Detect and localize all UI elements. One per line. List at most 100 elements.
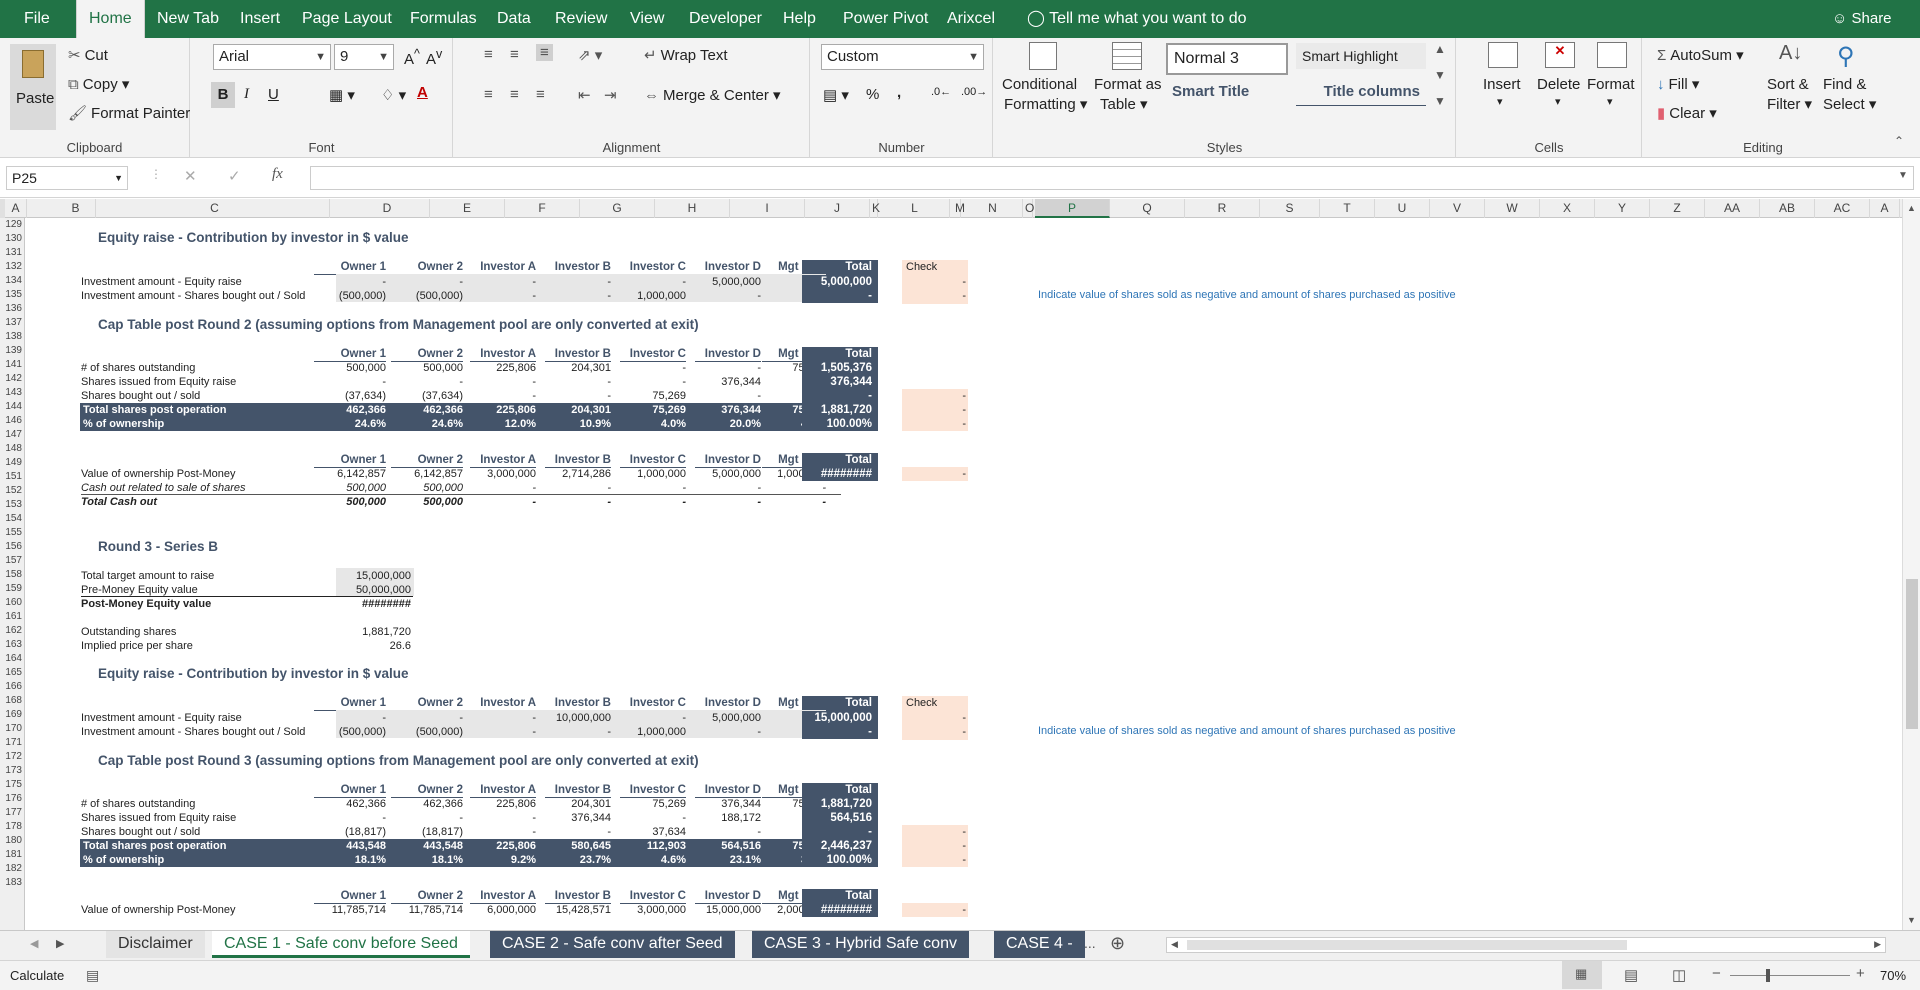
column-header[interactable]: AB — [1760, 199, 1815, 218]
row-header[interactable]: 183 — [0, 876, 24, 890]
row-header[interactable]: 159 — [0, 582, 24, 596]
row-header[interactable]: 131 — [0, 246, 24, 260]
tab-formulas[interactable]: Formulas — [398, 0, 489, 38]
sort-filter-button[interactable]: A↓ Sort & Filter ▾ — [1763, 42, 1817, 134]
align-top-icon[interactable]: ≡ — [484, 46, 493, 63]
align-center-icon[interactable]: ≡ — [510, 86, 519, 103]
italic-button[interactable]: I — [244, 86, 249, 103]
row-header[interactable]: 165 — [0, 666, 24, 680]
column-header[interactable]: N — [963, 199, 1023, 218]
currency-button[interactable]: ▤ ▾ — [823, 86, 849, 104]
tab-new-tab[interactable]: New Tab — [145, 0, 231, 38]
row-header[interactable]: 166 — [0, 680, 24, 694]
horizontal-scrollbar[interactable]: ◀ ▶ — [1166, 937, 1886, 953]
column-header[interactable]: K — [872, 199, 880, 218]
row-header[interactable]: 143 — [0, 386, 24, 400]
column-header[interactable]: A — [5, 199, 27, 218]
style-smart-highlight[interactable]: Smart Highlight — [1296, 43, 1426, 69]
row-header[interactable]: 137 — [0, 316, 24, 330]
align-right-icon[interactable]: ≡ — [536, 86, 545, 103]
row-header[interactable]: 152 — [0, 484, 24, 498]
normal-view-button[interactable]: ▦ — [1562, 961, 1602, 989]
row-header[interactable]: 175 — [0, 778, 24, 792]
styles-scroll-up-icon[interactable]: ▲ — [1434, 42, 1446, 56]
sheet-tab-case-4[interactable]: CASE 4 - — [994, 931, 1085, 958]
page-break-view-icon[interactable]: ◫ — [1672, 966, 1686, 984]
percent-button[interactable]: % — [866, 86, 879, 103]
row-header[interactable]: 157 — [0, 554, 24, 568]
more-sheets-button[interactable]: ... — [1084, 935, 1096, 951]
tab-review[interactable]: Review — [543, 0, 619, 38]
row-header[interactable]: 173 — [0, 764, 24, 778]
borders-button[interactable]: ▦ ▾ — [329, 86, 355, 104]
row-header[interactable]: 151 — [0, 470, 24, 484]
row-header[interactable]: 139 — [0, 344, 24, 358]
comma-button[interactable]: , — [897, 84, 901, 101]
column-header[interactable]: I — [730, 199, 805, 218]
column-header[interactable]: U — [1375, 199, 1430, 218]
delete-cells-button[interactable]: ✕ Delete ▾ — [1535, 42, 1585, 134]
format-cells-button[interactable]: Format ▾ — [1587, 42, 1637, 134]
enter-icon[interactable]: ✓ — [228, 167, 241, 185]
row-header[interactable]: 148 — [0, 442, 24, 456]
styles-more-icon[interactable]: ▼ — [1434, 94, 1446, 108]
row-header[interactable]: 156 — [0, 540, 24, 554]
sheet-tab-disclaimer[interactable]: Disclaimer — [106, 931, 205, 958]
row-header[interactable]: 129 — [0, 218, 24, 232]
page-layout-view-icon[interactable]: ▤ — [1624, 966, 1638, 984]
row-header[interactable]: 138 — [0, 330, 24, 344]
row-header[interactable]: 142 — [0, 372, 24, 386]
column-header[interactable]: E — [430, 199, 505, 218]
hscroll-thumb[interactable] — [1187, 940, 1627, 950]
row-header[interactable]: 172 — [0, 750, 24, 764]
collapse-ribbon-icon[interactable]: ⌃ — [1894, 134, 1904, 148]
column-header[interactable]: A — [1870, 199, 1900, 218]
row-header[interactable]: 170 — [0, 722, 24, 736]
row-header[interactable]: 134 — [0, 274, 24, 288]
paste-button[interactable]: Paste — [10, 44, 56, 130]
orientation-icon[interactable]: ⇗ ▾ — [578, 46, 602, 64]
cut-button[interactable]: ✂ Cut — [68, 46, 108, 64]
column-header[interactable]: AC — [1815, 199, 1870, 218]
increase-decimal-icon[interactable]: .0← — [931, 86, 951, 98]
row-header[interactable]: 147 — [0, 428, 24, 442]
font-name-select[interactable]: Arial ▼ — [213, 44, 331, 70]
row-header[interactable]: 161 — [0, 610, 24, 624]
align-left-icon[interactable]: ≡ — [484, 86, 493, 103]
column-header[interactable]: Y — [1595, 199, 1650, 218]
row-header[interactable]: 135 — [0, 288, 24, 302]
column-header[interactable]: H — [655, 199, 730, 218]
scroll-thumb[interactable] — [1906, 579, 1918, 729]
style-normal-3[interactable]: Normal 3 — [1166, 43, 1288, 75]
zoom-level[interactable]: 70% — [1880, 968, 1906, 983]
row-header[interactable]: 146 — [0, 414, 24, 428]
zoom-out-icon[interactable]: − — [1712, 965, 1721, 982]
next-sheet-icon[interactable]: ▶ — [56, 937, 64, 950]
align-middle-icon[interactable]: ≡ — [510, 46, 519, 63]
column-header[interactable]: P — [1035, 199, 1110, 218]
column-header[interactable]: W — [1485, 199, 1540, 218]
column-header[interactable]: V — [1430, 199, 1485, 218]
row-header[interactable]: 136 — [0, 302, 24, 316]
font-color-button[interactable]: A — [417, 84, 428, 101]
column-header[interactable]: D — [345, 199, 430, 218]
decrease-indent-icon[interactable]: ⇤ — [578, 86, 591, 104]
column-header[interactable]: O — [1025, 199, 1034, 218]
column-header[interactable]: M — [955, 199, 965, 218]
row-header[interactable]: 144 — [0, 400, 24, 414]
decrease-decimal-icon[interactable]: .00→ — [961, 86, 987, 98]
copy-button[interactable]: ⧉ Copy ▾ — [68, 75, 129, 93]
vertical-scrollbar[interactable]: ▲ ▼ — [1902, 199, 1920, 930]
tab-arixcel[interactable]: Arixcel — [935, 0, 1007, 38]
formula-input[interactable] — [310, 166, 1914, 190]
style-title-columns[interactable]: Title columns — [1296, 78, 1426, 106]
zoom-slider[interactable] — [1730, 975, 1850, 976]
expand-formula-icon[interactable]: ▼ — [1898, 170, 1908, 181]
row-header[interactable]: 153 — [0, 498, 24, 512]
format-painter-button[interactable]: 🖌 Format Painter — [68, 104, 190, 122]
prev-sheet-icon[interactable]: ◀ — [30, 937, 38, 950]
row-header[interactable]: 154 — [0, 512, 24, 526]
row-header[interactable]: 164 — [0, 652, 24, 666]
tab-developer[interactable]: Developer — [677, 0, 774, 38]
select-all-corner[interactable] — [0, 199, 5, 218]
